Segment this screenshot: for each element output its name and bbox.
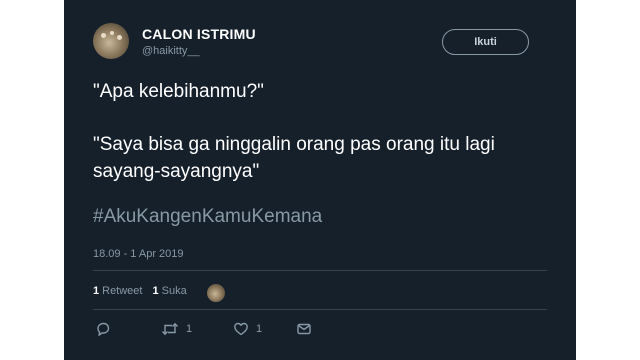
hashtag-link[interactable]: #AkuKangenKamuKemana bbox=[93, 206, 322, 228]
user-display-name[interactable]: CALON ISTRIMU bbox=[142, 26, 256, 42]
retweet-label: Retweet bbox=[102, 285, 143, 297]
retweet-stat[interactable]: 1 Retweet bbox=[93, 285, 142, 297]
envelope-icon bbox=[297, 323, 311, 335]
direct-message-button[interactable] bbox=[296, 321, 312, 337]
user-handle[interactable]: @haikitty__ bbox=[142, 45, 200, 57]
like-label: Suka bbox=[161, 285, 187, 297]
retweet-action-count: 1 bbox=[186, 323, 193, 335]
divider bbox=[93, 309, 547, 310]
like-count: 1 bbox=[152, 285, 159, 297]
tweet-text-line-1: "Apa kelebihanmu?" bbox=[93, 81, 264, 102]
like-stat[interactable]: 1 Suka bbox=[152, 285, 186, 297]
like-button[interactable]: 1 bbox=[233, 321, 262, 337]
divider bbox=[93, 270, 547, 271]
retweet-button[interactable]: 1 bbox=[161, 321, 192, 337]
tweet-text-line-2: "Saya bisa ga ninggalin orang pas orang … bbox=[93, 134, 495, 182]
tweet-timestamp[interactable]: 18.09 - 1 Apr 2019 bbox=[93, 248, 184, 260]
follow-button[interactable]: Ikuti bbox=[442, 29, 529, 55]
avatar[interactable] bbox=[93, 23, 129, 59]
retweet-icon bbox=[161, 322, 179, 336]
tweet-stats: 1 Retweet 1 Suka bbox=[93, 285, 197, 297]
heart-icon bbox=[234, 322, 248, 336]
like-action-count: 1 bbox=[256, 323, 263, 335]
liker-avatar[interactable] bbox=[207, 284, 225, 302]
tweet-card: CALON ISTRIMU @haikitty__ Ikuti "Apa kel… bbox=[64, 0, 576, 360]
reply-icon bbox=[97, 322, 110, 336]
retweet-count: 1 bbox=[93, 285, 100, 297]
reply-button[interactable] bbox=[95, 321, 111, 337]
